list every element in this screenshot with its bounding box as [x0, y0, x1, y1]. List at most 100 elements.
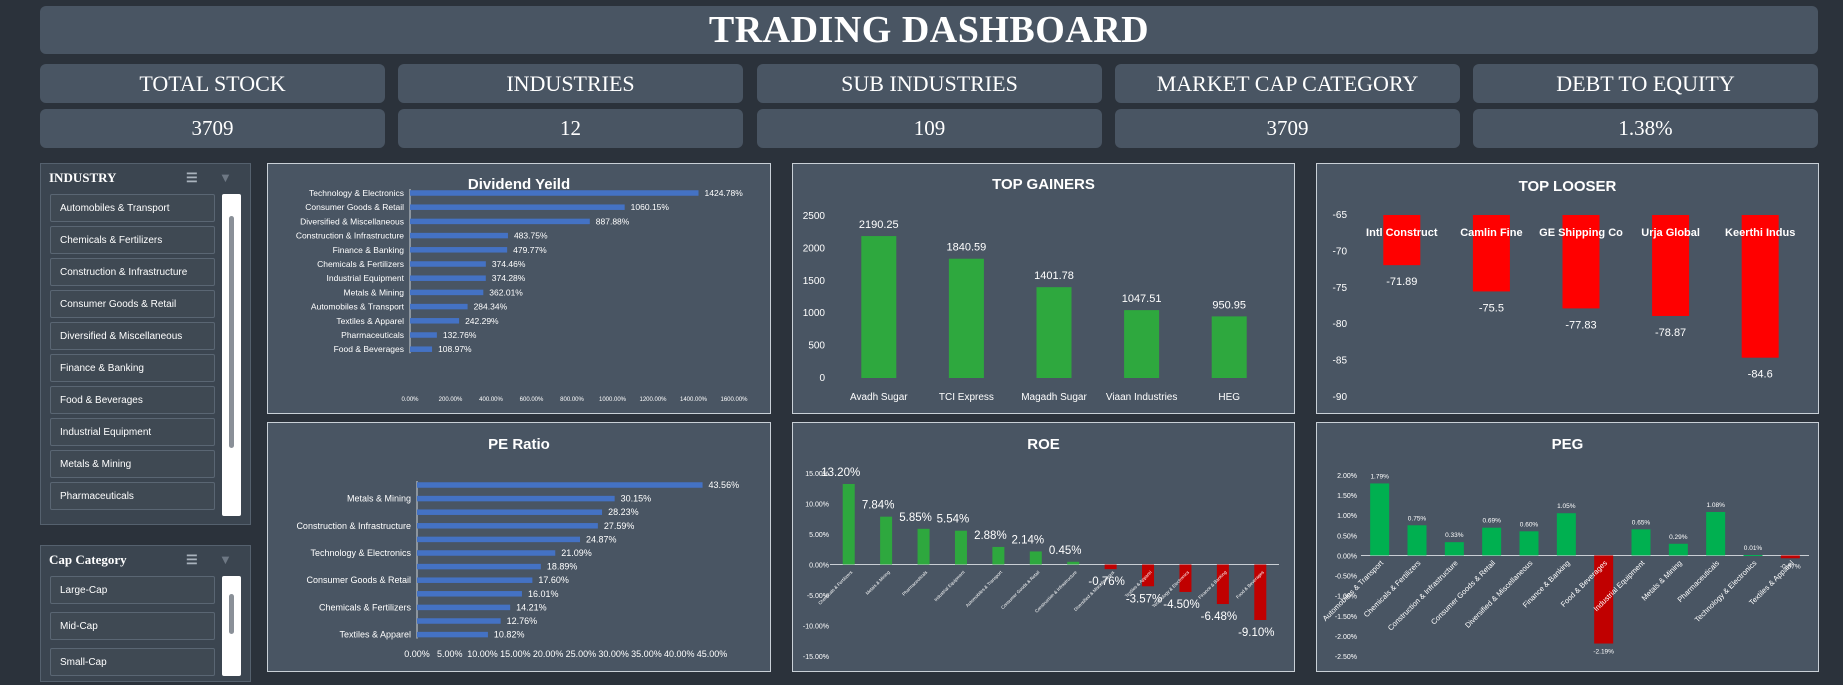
- category-label: Avadh Sugar: [850, 392, 908, 403]
- data-label: 5.54%: [937, 514, 970, 526]
- y-tick-label: 1.50%: [1337, 493, 1357, 500]
- bar: [861, 236, 897, 378]
- bar: [1104, 564, 1117, 570]
- industry-slicer-item-construction-infrastructure[interactable]: Construction & Infrastructure: [50, 258, 215, 286]
- peg-chart: 2.00%1.50%1.00%0.50%0.00%-0.50%-1.00%-1.…: [1321, 473, 1809, 661]
- cap-slicer-item-mid-cap[interactable]: Mid-Cap: [50, 612, 215, 640]
- data-label: 0.65%: [1632, 519, 1651, 526]
- category-label: Technology & Electronics: [1693, 558, 1759, 624]
- industry-slicer-item-finance-banking[interactable]: Finance & Banking: [50, 354, 215, 382]
- data-label: 0.01%: [1744, 545, 1763, 552]
- pe-ratio-chart: 43.56% 30.15% Metals & Mining 28.23% 27.59% C…: [296, 480, 739, 659]
- data-label: 0.69%: [1482, 518, 1501, 525]
- top-gainers-panel: TOP GAINERS 0 500 1000 1500 2000 2500 2190.25 A…: [792, 163, 1295, 414]
- y-tick-label: 0: [819, 373, 825, 384]
- dashboard-title: TRADING DASHBOARD: [708, 9, 1150, 51]
- industry-slicer-item-diversified-miscellaneous[interactable]: Diversified & Miscellaneous: [50, 322, 215, 350]
- industry-slicer: INDUSTRY ☰ ▼ Automobiles & Transport Chem…: [40, 163, 251, 525]
- category-label: Technology & Electronics: [310, 548, 411, 558]
- category-label: Construction & Infrastructure: [1034, 569, 1078, 613]
- y-tick-label: -0.50%: [1335, 574, 1357, 581]
- bar: [410, 289, 484, 296]
- data-label: 242.29%: [465, 316, 499, 326]
- x-tick-label: 200.00%: [439, 397, 463, 403]
- industry-slicer-item-metals-mining[interactable]: Metals & Mining: [50, 450, 215, 478]
- data-label: 108.97%: [438, 344, 472, 354]
- data-label: -77.83: [1565, 319, 1596, 331]
- y-tick-label: 500: [808, 341, 825, 352]
- x-tick-label: 800.00%: [560, 397, 584, 403]
- y-tick-label: -2.50%: [1335, 654, 1357, 661]
- data-label: 1401.78: [1034, 270, 1074, 282]
- bar: [1519, 531, 1539, 556]
- industry-slicer-item-chemicals-fertilizers[interactable]: Chemicals & Fertilizers: [50, 226, 215, 254]
- x-tick-label: 5.00%: [437, 649, 463, 659]
- industry-slicer-item-industrial-equipment[interactable]: Industrial Equipment: [50, 418, 215, 446]
- bar: [1631, 529, 1651, 556]
- industry-scroll-thumb[interactable]: [229, 216, 234, 448]
- y-tick-label: -65: [1333, 210, 1348, 221]
- bar: [417, 509, 603, 515]
- data-label: -2.19%: [1593, 649, 1614, 656]
- clear-filter-icon[interactable]: ▼: [219, 552, 232, 568]
- x-tick-label: 0.00%: [401, 397, 419, 403]
- data-label: 0.29%: [1669, 534, 1688, 541]
- multi-select-icon[interactable]: ☰: [186, 170, 198, 186]
- bar: [417, 631, 488, 638]
- category-label: Metals & Mining: [344, 287, 405, 297]
- y-tick-label: -85: [1333, 356, 1348, 367]
- category-label: Diversified & Miscellaneous: [1463, 558, 1534, 629]
- category-label: Metals & Mining: [865, 569, 892, 596]
- x-tick-label: 25.00%: [566, 649, 597, 659]
- category-label: Textiles & Apparel: [336, 316, 404, 326]
- data-label: 1060.15%: [631, 202, 670, 212]
- cap-slicer-scrollbar[interactable]: [222, 576, 241, 676]
- x-tick-label: 1600.00%: [720, 397, 748, 403]
- data-label: 374.28%: [492, 273, 526, 283]
- multi-select-icon[interactable]: ☰: [186, 552, 198, 568]
- data-label: 10.82%: [494, 630, 525, 640]
- industry-slicer-item-automobiles-transport[interactable]: Automobiles & Transport: [50, 194, 215, 222]
- kpi-market-cap-label: MARKET CAP CATEGORY: [1115, 64, 1460, 103]
- bar: [917, 528, 930, 565]
- bar: [1029, 551, 1042, 565]
- cap-slicer-item-large-cap[interactable]: Large-Cap: [50, 576, 215, 604]
- data-label: 362.01%: [489, 287, 523, 297]
- y-tick-label: -70: [1333, 246, 1348, 257]
- bar: [1036, 287, 1072, 378]
- data-label: 132.76%: [443, 330, 477, 340]
- x-tick-label: 45.00%: [697, 649, 728, 659]
- bar: [410, 318, 460, 324]
- bar: [1668, 543, 1688, 556]
- industry-slicer-item-pharmaceuticals[interactable]: Pharmaceuticals: [50, 482, 215, 510]
- data-label: 1840.59: [947, 242, 987, 254]
- data-label: 374.46%: [492, 259, 526, 269]
- y-tick-label: 2500: [803, 211, 826, 222]
- data-label: 2190.25: [859, 219, 899, 231]
- cap-slicer-header: Cap Category ☰ ▼: [41, 546, 250, 574]
- category-label: TCI Express: [939, 392, 994, 403]
- bar: [1743, 555, 1763, 557]
- roe-panel: ROE 15.00% 10.00% 5.00% 0.00% -5.00% -10.00% -…: [792, 422, 1295, 672]
- category-label: Construction & Infrastructure: [1386, 558, 1460, 632]
- industry-slicer-scrollbar[interactable]: [222, 194, 241, 516]
- cap-slicer-item-small-cap[interactable]: Small-Cap: [50, 648, 215, 676]
- industry-slicer-item-consumer-goods-retail[interactable]: Consumer Goods & Retail: [50, 290, 215, 318]
- category-label: Consumer Goods & Retail: [1000, 570, 1041, 611]
- data-label: -78.87: [1655, 327, 1686, 339]
- clear-filter-icon[interactable]: ▼: [219, 170, 232, 186]
- x-tick-label: 0.00%: [404, 649, 430, 659]
- x-tick-label: 600.00%: [520, 397, 544, 403]
- data-label: -6.48%: [1201, 611, 1237, 623]
- top-gainers-chart: 0 500 1000 1500 2000 2500 2190.25 Avadh Sugar 18…: [803, 211, 1247, 403]
- cap-scroll-thumb[interactable]: [229, 594, 234, 634]
- data-label: 950.95: [1212, 299, 1246, 311]
- industry-slicer-item-food-beverages[interactable]: Food & Beverages: [50, 386, 215, 414]
- category-label: Magadh Sugar: [1021, 392, 1087, 403]
- bar: [410, 204, 625, 210]
- bar: [1706, 512, 1726, 556]
- bar: [954, 530, 967, 565]
- category-label: Metals & Mining: [347, 494, 411, 504]
- category-label: Chemicals & Fertilizers: [317, 259, 404, 269]
- bar: [417, 591, 522, 597]
